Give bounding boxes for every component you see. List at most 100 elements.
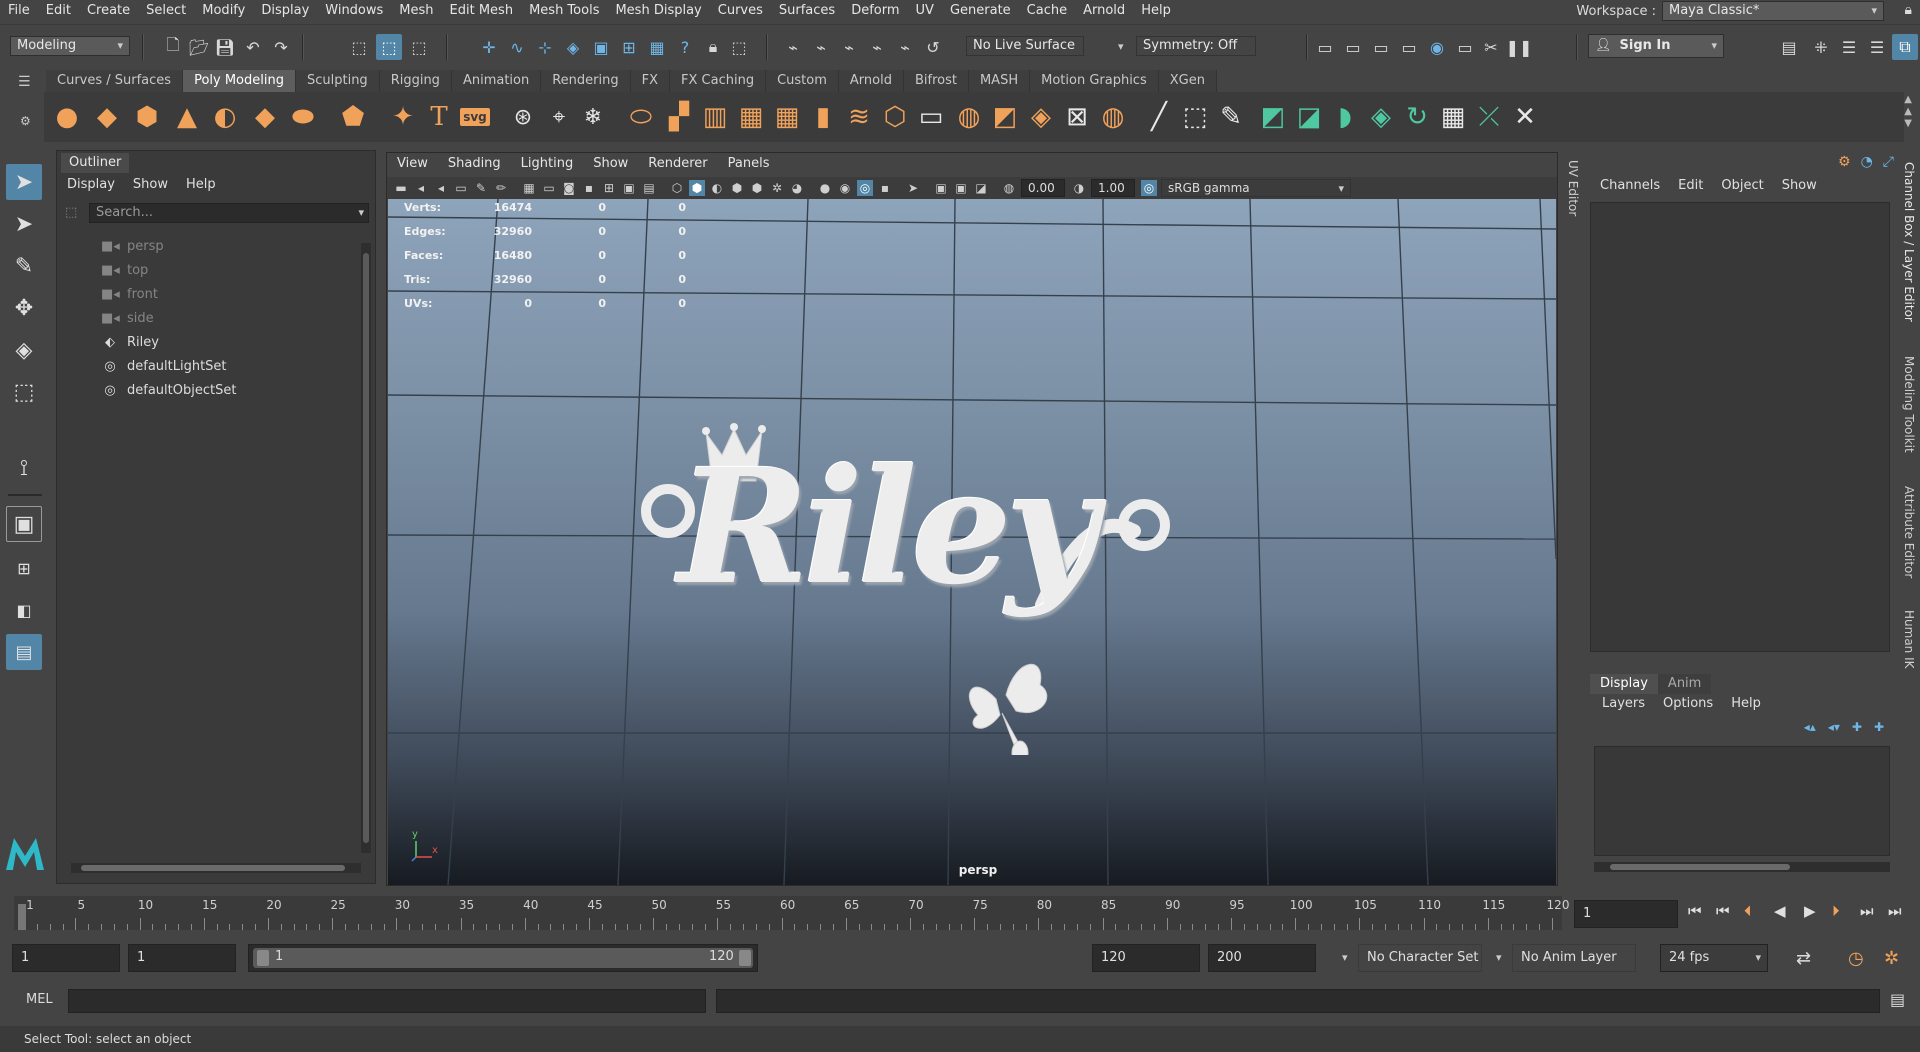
camera-attributes-icon[interactable]: ◂ [413, 180, 429, 196]
move-layer-down-icon[interactable]: ◂▾ [1828, 720, 1840, 734]
menu-arnold[interactable]: Arnold [1075, 0, 1133, 22]
new-layer-selected-icon[interactable]: ✚ [1874, 720, 1884, 734]
menu-modify[interactable]: Modify [194, 0, 253, 22]
wireframe-on-shaded-icon[interactable]: ◐ [709, 180, 725, 196]
layer-menu-layers[interactable]: Layers [1602, 696, 1645, 711]
uv-spherical-icon[interactable]: ◗ [1328, 100, 1362, 134]
textured-icon[interactable]: ⬢ [729, 180, 745, 196]
current-frame-field[interactable]: 1 [1574, 900, 1678, 928]
go-to-end-icon[interactable]: ⏭ [1888, 902, 1902, 920]
lasso-tool-icon[interactable]: ➤ [6, 206, 42, 242]
character-set-caret-icon[interactable] [1342, 950, 1348, 965]
snap-projected-center-icon[interactable]: ◈ [560, 34, 586, 60]
lock-selection-icon[interactable]: 🔒︎ [700, 34, 726, 60]
last-tool-icon[interactable]: ⟟ [6, 450, 42, 486]
color-management-icon[interactable]: ◎ [1141, 180, 1157, 196]
outliner-menu-show[interactable]: Show [133, 177, 168, 192]
combine-icon[interactable]: ⬭ [624, 100, 658, 134]
render-frame-icon[interactable]: ▭ [1340, 34, 1366, 60]
shelf-tab-motion-graphics[interactable]: Motion Graphics [1030, 70, 1159, 92]
range-slider-start-handle[interactable] [257, 950, 269, 966]
range-slider[interactable]: 1 120 [248, 944, 758, 972]
select-tool-icon[interactable]: ➤ [6, 164, 42, 200]
menu-mesh[interactable]: Mesh [391, 0, 441, 22]
shelf-tab-fx[interactable]: FX [630, 70, 671, 92]
shelf-tab-animation[interactable]: Animation [451, 70, 542, 92]
shelf-tab-xgen[interactable]: XGen [1158, 70, 1217, 92]
svg-tool-icon[interactable]: svg [458, 100, 492, 134]
outliner-horizontal-scrollbar[interactable] [71, 863, 361, 873]
outliner-item-side[interactable]: ■◂ side [101, 307, 154, 329]
perspective-outliner-layout-icon[interactable]: ◧ [6, 592, 42, 628]
menu-display[interactable]: Display [253, 0, 317, 22]
gamma-field[interactable]: 1.00 [1091, 179, 1135, 197]
render-view-icon[interactable]: ▭ [1312, 34, 1338, 60]
grease-pencil-icon[interactable]: ✏ [493, 180, 509, 196]
rotate-tool-icon[interactable]: ◈ [6, 332, 42, 368]
resolution-gate-icon[interactable]: ◙ [561, 180, 577, 196]
menu-generate[interactable]: Generate [942, 0, 1019, 22]
fps-caret-icon[interactable] [1755, 945, 1761, 971]
outliner-vertical-scrollbar[interactable] [361, 243, 371, 853]
outliner-filter-icon[interactable]: ⬚ [65, 205, 77, 220]
move-tool-icon[interactable]: ✥ [6, 290, 42, 326]
search-caret-icon[interactable] [358, 204, 364, 222]
channel-box-menu-edit[interactable]: Edit [1678, 178, 1703, 193]
xray-joints-icon[interactable]: ▣ [933, 180, 949, 196]
safe-action-icon[interactable]: ▣ [621, 180, 637, 196]
menu-deform[interactable]: Deform [843, 0, 907, 22]
layer-editor-icon[interactable]: ⧉ [1892, 34, 1918, 60]
poly-cylinder-icon[interactable]: ⬢ [130, 100, 164, 134]
channel-box-area[interactable] [1590, 202, 1890, 652]
shelf-tab-custom[interactable]: Custom [766, 70, 839, 92]
sculpt-brush-icon[interactable]: ✎ [1214, 100, 1248, 134]
layer-menu-options[interactable]: Options [1663, 696, 1713, 711]
menu-cache[interactable]: Cache [1019, 0, 1075, 22]
channel-box-menu-object[interactable]: Object [1721, 178, 1763, 193]
viewport-menu-show[interactable]: Show [583, 153, 638, 175]
xray-active-icon[interactable]: ▣ [953, 180, 969, 196]
menu-create[interactable]: Create [79, 0, 138, 22]
bevel-icon[interactable]: ⬡ [878, 100, 912, 134]
shelf-menu-icon[interactable]: ☰ [18, 74, 31, 90]
four-view-layout-icon[interactable]: ⊞ [6, 550, 42, 586]
menu-select[interactable]: Select [138, 0, 194, 22]
shelf-tab-curves-surfaces[interactable]: Curves / Surfaces [46, 70, 184, 92]
scale-tool-icon[interactable]: ⬚ [6, 374, 42, 410]
wireframe-icon[interactable]: ⬡ [669, 180, 685, 196]
shelf-tab-arnold[interactable]: Arnold [838, 70, 904, 92]
symmetry-field[interactable]: Symmetry: Off [1136, 36, 1256, 56]
new-layer-icon[interactable]: ✚ [1852, 720, 1862, 734]
outliner-item-top[interactable]: ■◂ top [101, 259, 148, 281]
uv-cylindrical-icon[interactable]: ◪ [1292, 100, 1326, 134]
save-scene-icon[interactable]: 💾︎ [212, 34, 238, 60]
redo-icon[interactable]: ↷ [268, 34, 294, 60]
tab-human-ik[interactable]: Human IK [1902, 610, 1916, 669]
shelf-tab-rendering[interactable]: Rendering [541, 70, 631, 92]
sign-in-button[interactable]: 👤︎ Sign In [1588, 34, 1724, 58]
gamma-icon[interactable]: ◑ [1071, 180, 1087, 196]
snap-point-icon[interactable]: ⊹ [532, 34, 558, 60]
channel-box-key-icon[interactable]: ⚙ [1838, 154, 1851, 170]
tab-attribute-editor[interactable]: Attribute Editor [1902, 486, 1916, 578]
move-layer-up-icon[interactable]: ◂▴ [1804, 720, 1816, 734]
current-time-marker[interactable] [18, 904, 26, 930]
reset-icon[interactable]: ↺ [920, 34, 946, 60]
color-space-dropdown[interactable]: sRGB gamma [1161, 179, 1351, 197]
viewport-menu-view[interactable]: View [387, 153, 438, 175]
single-perspective-layout-icon[interactable]: ▣ [6, 506, 42, 542]
shadows-icon[interactable]: ◕ [789, 180, 805, 196]
reduce-icon[interactable]: ▦ [770, 100, 804, 134]
anim-layer-dropdown[interactable]: No Anim Layer [1512, 944, 1636, 972]
outliner-item-riley[interactable]: ⬖ Riley [101, 331, 159, 353]
smooth-icon[interactable]: ▦ [734, 100, 768, 134]
command-language-label[interactable]: MEL [26, 992, 53, 1007]
uv-layout-icon[interactable]: ▦ [1436, 100, 1470, 134]
channel-box-menu-show[interactable]: Show [1782, 178, 1817, 193]
shelf-scroll-arrows-icon[interactable]: ▲ ▲ ▼ [1904, 94, 1912, 130]
target-weld-icon[interactable]: ◍ [1096, 100, 1130, 134]
animation-prefs-icon[interactable]: ✲ [1884, 948, 1899, 969]
menu-uv[interactable]: UV [908, 0, 942, 22]
render-grid-icon[interactable]: ▦ [644, 34, 670, 60]
step-forward-key-icon[interactable]: ⏭ [1860, 902, 1874, 920]
